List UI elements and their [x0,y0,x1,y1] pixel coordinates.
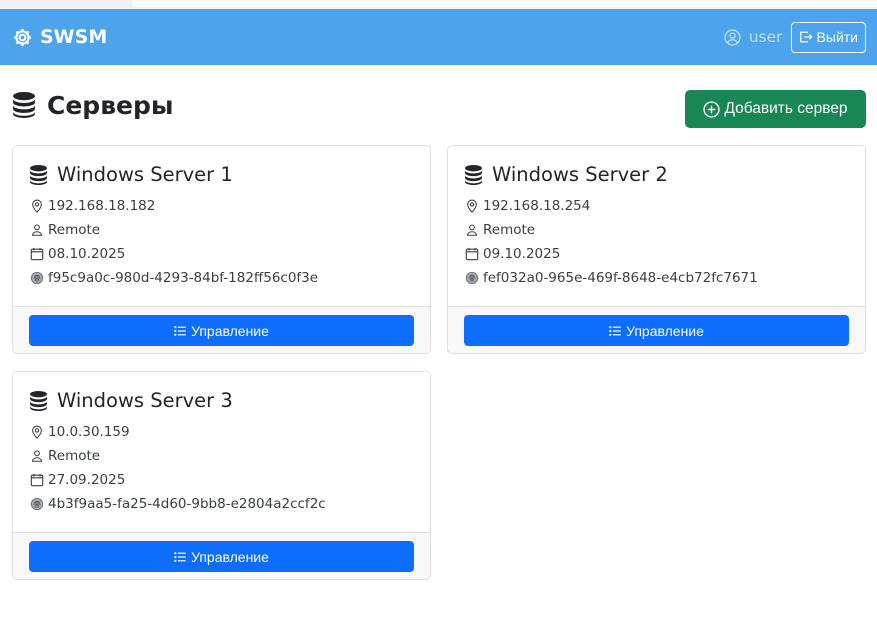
server-user: Remote [465,222,535,238]
logout-label: Выйти [816,29,858,45]
card-footer: Управление [13,306,430,353]
browser-top-strip [0,0,877,9]
page-title: Серверы [13,90,173,120]
geo-alt-icon [32,199,42,213]
server-date: 09.10.2025 [465,246,560,262]
navbar: SWSM user Выйти [0,9,877,65]
server-id: f95c9a0c-980d-4293-84bf-182ff56c0f3e [30,270,318,286]
person-icon [31,450,43,462]
server-ip-text: 10.0.30.159 [48,424,130,440]
fingerprint-icon [465,271,479,285]
server-id-text: fef032a0-965e-469f-8648-e4cb72fc7671 [483,270,758,286]
server-user-text: Remote [483,222,536,238]
server-ip: 10.0.30.159 [30,424,130,440]
page-title-text: Серверы [47,90,174,120]
server-date-text: 09.10.2025 [483,246,561,262]
manage-label: Управление [191,548,269,565]
server-user: Remote [30,448,100,464]
navbar-right: user Выйти [724,9,866,65]
server-date: 27.09.2025 [30,472,125,488]
server-id: fef032a0-965e-469f-8648-e4cb72fc7671 [465,270,758,286]
server-card: Windows Server 2 192.168.18.254 Remote 0… [447,145,866,354]
geo-alt-icon [32,425,42,439]
server-user-text: Remote [48,222,101,238]
manage-label: Управление [191,322,269,339]
list-ul-icon [609,325,621,336]
calendar-icon [30,473,44,487]
card-footer: Управление [448,306,865,353]
server-ip: 192.168.18.182 [30,198,155,214]
server-id-text: 4b3f9aa5-fa25-4d60-9bb8-e2804a2ccf2c [48,496,326,512]
server-name-text: Windows Server 2 [492,163,668,186]
person-icon [31,224,43,236]
calendar-icon [465,247,479,261]
server-date-text: 27.09.2025 [48,472,126,488]
address-bar-edge [132,0,877,7]
person-circle-icon [724,28,741,46]
database-icon [13,92,35,118]
geo-alt-icon [467,199,477,213]
fingerprint-icon [30,497,44,511]
add-server-button[interactable]: Добавить сервер [685,90,866,128]
server-card: Windows Server 3 10.0.30.159 Remote 27.0… [12,371,431,580]
server-date: 08.10.2025 [30,246,125,262]
username: user [748,28,783,46]
card-footer: Управление [13,532,430,579]
manage-button[interactable]: Управление [29,541,414,572]
add-server-label: Добавить сервер [724,100,848,117]
calendar-icon [30,247,44,261]
server-ip-text: 192.168.18.254 [483,198,591,214]
server-name-text: Windows Server 3 [57,389,233,412]
database-icon [30,390,47,411]
server-user: Remote [30,222,100,238]
list-ul-icon [174,551,186,562]
server-user-text: Remote [48,448,101,464]
person-icon [466,224,478,236]
plus-circle-icon [703,100,721,118]
server-ip-text: 192.168.18.182 [48,198,156,214]
server-name: Windows Server 2 [465,163,668,186]
box-arrow-right-icon [799,31,813,43]
server-id: 4b3f9aa5-fa25-4d60-9bb8-e2804a2ccf2c [30,496,326,512]
server-id-text: f95c9a0c-980d-4293-84bf-182ff56c0f3e [48,270,319,286]
brand-name: SWSM [40,26,108,48]
manage-button[interactable]: Управление [464,315,849,346]
server-ip: 192.168.18.254 [465,198,590,214]
database-icon [465,164,482,185]
database-icon [30,164,47,185]
brand-link[interactable]: SWSM [12,9,107,65]
gear-icon [13,28,32,46]
server-card: Windows Server 1 192.168.18.182 Remote 0… [12,145,431,354]
logout-button[interactable]: Выйти [790,21,866,53]
server-name: Windows Server 1 [30,163,233,186]
list-ul-icon [174,325,186,336]
server-name-text: Windows Server 1 [57,163,233,186]
manage-label: Управление [626,322,704,339]
server-date-text: 08.10.2025 [48,246,126,262]
server-name: Windows Server 3 [30,389,233,412]
user-menu[interactable]: user [724,28,783,46]
manage-button[interactable]: Управление [29,315,414,346]
fingerprint-icon [30,271,44,285]
